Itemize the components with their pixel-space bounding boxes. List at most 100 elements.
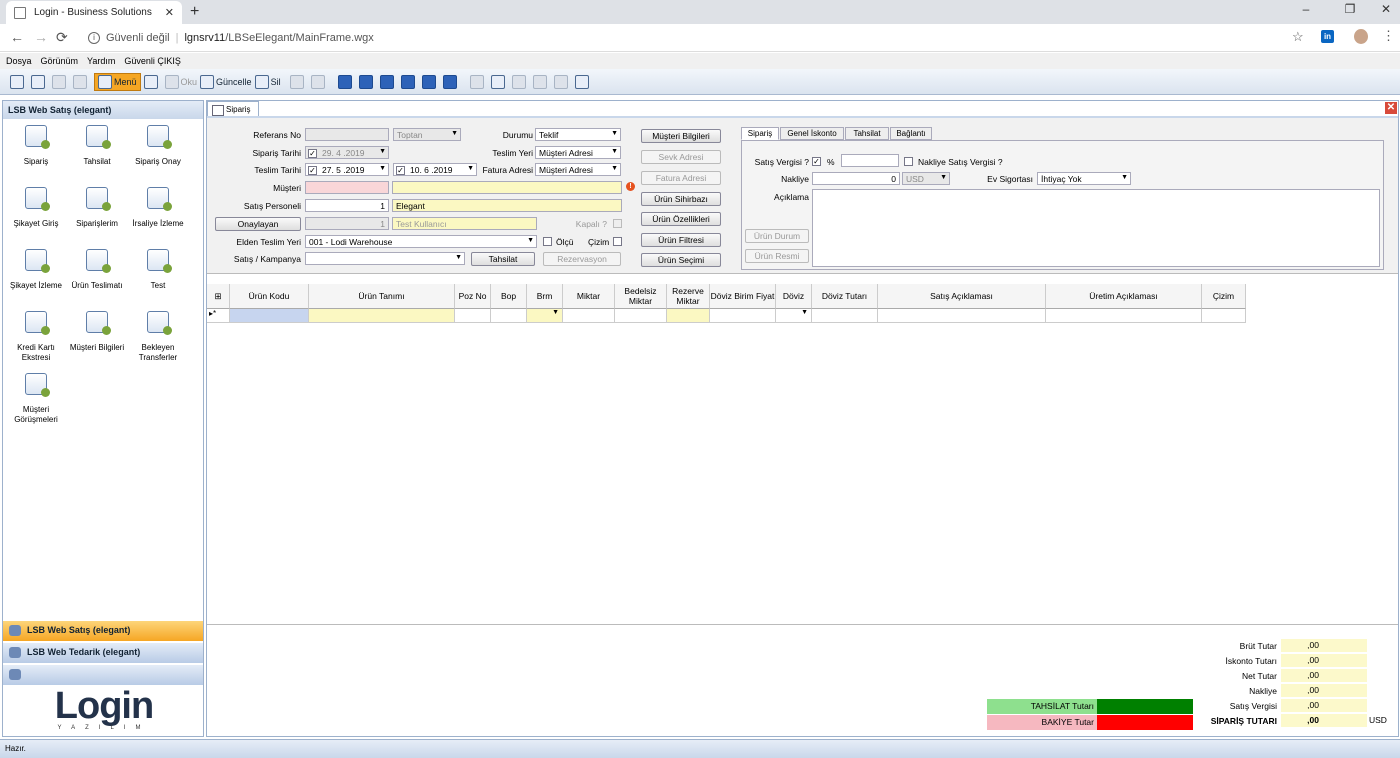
export-button[interactable]: [574, 73, 593, 91]
cell-doviz-birim-fiyat[interactable]: [710, 309, 776, 323]
module-irsaliye-izleme[interactable]: İrsaliye İzleme: [125, 187, 191, 229]
tool-button-a[interactable]: [289, 73, 308, 91]
ref-type-select[interactable]: Toptan: [393, 128, 461, 141]
product-selection-button[interactable]: Ürün Seçimi: [641, 253, 721, 267]
close-window-button[interactable]: ✕: [1376, 2, 1396, 16]
menu-yardim[interactable]: Yardım: [87, 56, 115, 66]
col-bop[interactable]: Bop: [491, 284, 527, 309]
last-record-button[interactable]: [442, 73, 461, 91]
freight-field[interactable]: 0: [812, 172, 900, 185]
olcu-checkbox[interactable]: [543, 237, 552, 246]
cell-brm-dropdown[interactable]: ▼: [527, 309, 563, 323]
shipping-address-button[interactable]: Sevk Adresi: [641, 150, 721, 164]
salesperson-code-field[interactable]: 1: [305, 199, 389, 212]
module-musteri-bilgileri[interactable]: Müşteri Bilgileri: [64, 311, 130, 353]
prev-record-button[interactable]: [379, 73, 398, 91]
minimize-button[interactable]: –: [1296, 2, 1316, 16]
group-web-satis[interactable]: LSB Web Satış (elegant): [3, 621, 203, 641]
tahsilat-button[interactable]: Tahsilat: [471, 252, 535, 266]
col-uretim-aciklamasi[interactable]: Üretim Açıklaması: [1046, 284, 1202, 309]
new-record-button[interactable]: [143, 73, 162, 91]
info-icon[interactable]: i: [88, 32, 100, 44]
cell-poz-no[interactable]: [455, 309, 491, 323]
maximize-button[interactable]: ❐: [1340, 2, 1360, 16]
linkedin-extension-icon[interactable]: in: [1321, 30, 1334, 43]
cell-bop[interactable]: [491, 309, 527, 323]
col-satis-aciklamasi[interactable]: Satış Açıklaması: [878, 284, 1046, 309]
col-urun-tanimi[interactable]: Ürün Tanımı: [309, 284, 455, 309]
paste-button[interactable]: [73, 73, 91, 91]
col-miktar[interactable]: Miktar: [563, 284, 615, 309]
vat-checkbox[interactable]: ✓: [812, 157, 821, 166]
profile-avatar[interactable]: [1354, 29, 1368, 44]
module-sikayet-giris[interactable]: Şikayet Giriş: [3, 187, 69, 229]
col-brm[interactable]: Brm: [527, 284, 563, 309]
back-icon[interactable]: ←: [10, 29, 24, 45]
product-image-button[interactable]: Ürün Resmi: [745, 249, 809, 263]
customer-info-button[interactable]: Müşteri Bilgileri: [641, 129, 721, 143]
approver-name-field[interactable]: Test Kullanıcı: [392, 217, 537, 230]
insurance-select[interactable]: İhtiyaç Yok: [1037, 172, 1131, 185]
col-doviz[interactable]: Döviz: [776, 284, 812, 309]
note-textarea[interactable]: [812, 189, 1380, 267]
module-urun-teslimati[interactable]: Ürün Teslimatı: [64, 249, 130, 291]
currency-select[interactable]: USD: [902, 172, 950, 185]
delivery-date-checkbox-2[interactable]: ✓: [396, 166, 405, 175]
new-tab-button[interactable]: +: [190, 3, 199, 21]
rtab-baglanti[interactable]: Bağlantı: [890, 127, 932, 140]
print-button[interactable]: [10, 73, 28, 91]
module-kredi-karti-ekstresi[interactable]: Kredi Kartı Ekstresi: [3, 311, 69, 363]
freight-vat-checkbox[interactable]: [904, 157, 913, 166]
product-status-button[interactable]: Ürün Durum: [745, 229, 809, 243]
menu-button[interactable]: Menü: [94, 72, 141, 91]
cell-satis-aciklamasi[interactable]: [878, 309, 1046, 323]
approver-button[interactable]: Onaylayan: [215, 217, 301, 231]
grid-corner-icon[interactable]: ⊞: [207, 284, 230, 309]
cell-doviz-dropdown[interactable]: ▼: [776, 309, 812, 323]
delete-button[interactable]: Sil: [254, 73, 281, 91]
group-home-button[interactable]: [3, 665, 203, 685]
module-test[interactable]: Test: [125, 249, 191, 291]
col-urun-kodu[interactable]: Ürün Kodu: [230, 284, 309, 309]
handover-select[interactable]: 001 - Lodi Warehouse: [305, 235, 537, 248]
delivery-date-field-2[interactable]: 10. 6 .2019: [393, 163, 477, 176]
module-siparis[interactable]: Sipariş: [3, 125, 69, 167]
ref-no-field[interactable]: [305, 128, 389, 141]
rtab-siparis[interactable]: Sipariş: [741, 127, 779, 140]
cell-urun-kodu[interactable]: [230, 309, 309, 323]
grid-button-4[interactable]: [553, 73, 572, 91]
closed-checkbox[interactable]: [613, 219, 622, 228]
cizim-checkbox[interactable]: [613, 237, 622, 246]
cell-cizim[interactable]: [1202, 309, 1246, 323]
col-doviz-birim-fiyat[interactable]: Döviz Birim Fiyat: [710, 284, 776, 309]
product-features-button[interactable]: Ürün Özellikleri: [641, 212, 721, 226]
salesperson-name-field[interactable]: Elegant: [392, 199, 622, 212]
col-poz-no[interactable]: Poz No: [455, 284, 491, 309]
product-filter-button[interactable]: Ürün Filtresi: [641, 233, 721, 247]
order-date-field[interactable]: 29. 4 .2019: [305, 146, 389, 159]
grid-button-3[interactable]: [532, 73, 551, 91]
product-wizard-button[interactable]: Ürün Sihirbazı: [641, 192, 721, 206]
update-button[interactable]: Güncelle: [200, 73, 252, 91]
cell-doviz-tutari[interactable]: [812, 309, 878, 323]
cell-miktar[interactable]: [563, 309, 615, 323]
menu-guvenli-cikis[interactable]: Güvenli ÇIKIŞ: [124, 56, 181, 66]
delivery-place-select[interactable]: Müşteri Adresi: [535, 146, 621, 159]
col-cizim[interactable]: Çizim: [1202, 284, 1246, 309]
menu-gorunum[interactable]: Görünüm: [41, 56, 79, 66]
module-siparis-onay[interactable]: Sipariş Onay: [125, 125, 191, 167]
group-web-tedarik[interactable]: LSB Web Tedarik (elegant): [3, 643, 203, 663]
campaign-select[interactable]: [305, 252, 465, 265]
tab-close-icon[interactable]: ✕: [165, 6, 174, 19]
cell-rezerve-miktar[interactable]: [667, 309, 710, 323]
col-rezerve-miktar[interactable]: Rezerve Miktar: [667, 284, 710, 309]
delivery-date-checkbox-1[interactable]: ✓: [308, 166, 317, 175]
read-button[interactable]: Oku: [164, 73, 197, 91]
col-bedelsiz-miktar[interactable]: Bedelsiz Miktar: [615, 284, 667, 309]
cell-urun-tanimi[interactable]: [309, 309, 455, 323]
reload-icon[interactable]: ⟳: [56, 29, 68, 46]
invoice-address-button[interactable]: Fatura Adresi: [641, 171, 721, 185]
module-siparislerim[interactable]: Siparişlerim: [64, 187, 130, 229]
order-date-checkbox[interactable]: ✓: [308, 149, 317, 158]
status-select[interactable]: Teklif: [535, 128, 621, 141]
